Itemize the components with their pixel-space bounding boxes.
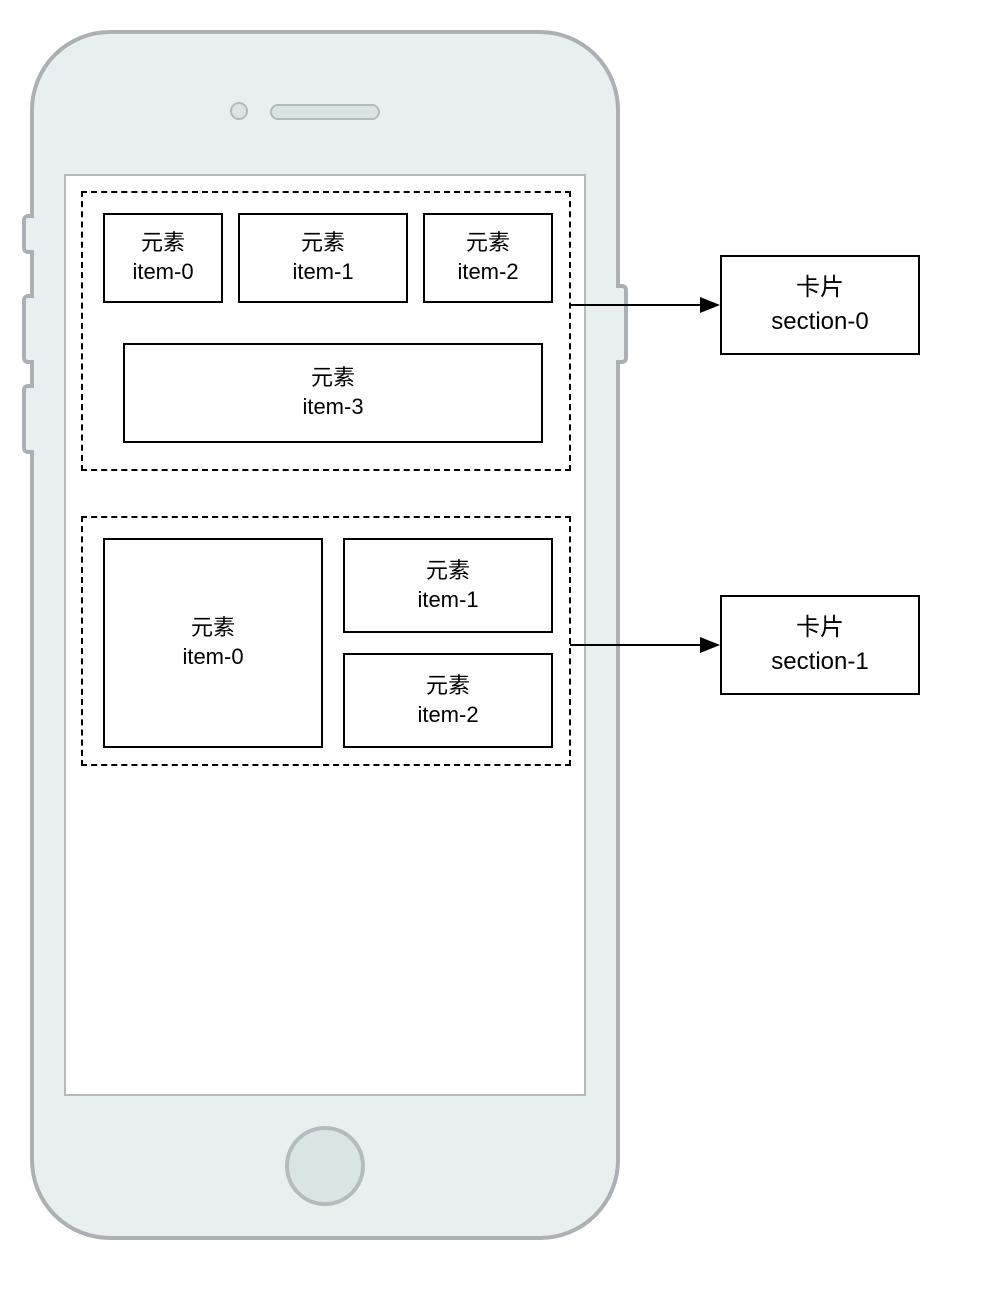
phone-device: 元素 item-0 元素 item-1 元素 item-2 元素 item-3 … — [30, 30, 620, 1240]
item-subtitle: item-2 — [457, 258, 518, 287]
label-section-1: 卡片 section-1 — [720, 595, 920, 695]
item-title: 元素 — [191, 614, 235, 643]
phone-mute-switch — [22, 214, 34, 254]
item-subtitle: item-0 — [132, 258, 193, 287]
item-subtitle: item-3 — [302, 393, 363, 422]
section-0-container: 元素 item-0 元素 item-1 元素 item-2 元素 item-3 — [81, 191, 571, 471]
item-subtitle: item-0 — [182, 643, 243, 672]
item-title: 元素 — [311, 364, 355, 393]
phone-screen: 元素 item-0 元素 item-1 元素 item-2 元素 item-3 … — [64, 174, 586, 1096]
item-title: 元素 — [141, 229, 185, 258]
item-subtitle: item-1 — [292, 258, 353, 287]
item-title: 元素 — [466, 229, 510, 258]
item-subtitle: item-2 — [417, 701, 478, 730]
phone-camera-icon — [230, 102, 248, 120]
section-0-item-2: 元素 item-2 — [423, 213, 553, 303]
label-title: 卡片 — [796, 611, 844, 645]
section-1-container: 元素 item-0 元素 item-1 元素 item-2 — [81, 516, 571, 766]
phone-volume-up — [22, 294, 34, 364]
section-1-item-1: 元素 item-1 — [343, 538, 553, 633]
label-subtitle: section-1 — [771, 645, 868, 679]
item-subtitle: item-1 — [417, 586, 478, 615]
section-0-item-3: 元素 item-3 — [123, 343, 543, 443]
phone-power-button — [616, 284, 628, 364]
phone-home-button-icon — [285, 1126, 365, 1206]
section-0-item-0: 元素 item-0 — [103, 213, 223, 303]
item-title: 元素 — [426, 557, 470, 586]
phone-volume-down — [22, 384, 34, 454]
section-0-item-1: 元素 item-1 — [238, 213, 408, 303]
item-title: 元素 — [426, 672, 470, 701]
label-title: 卡片 — [796, 271, 844, 305]
section-1-item-0: 元素 item-0 — [103, 538, 323, 748]
label-section-0: 卡片 section-0 — [720, 255, 920, 355]
section-1-item-2: 元素 item-2 — [343, 653, 553, 748]
item-title: 元素 — [301, 229, 345, 258]
label-subtitle: section-0 — [771, 305, 868, 339]
phone-speaker-icon — [270, 104, 380, 120]
